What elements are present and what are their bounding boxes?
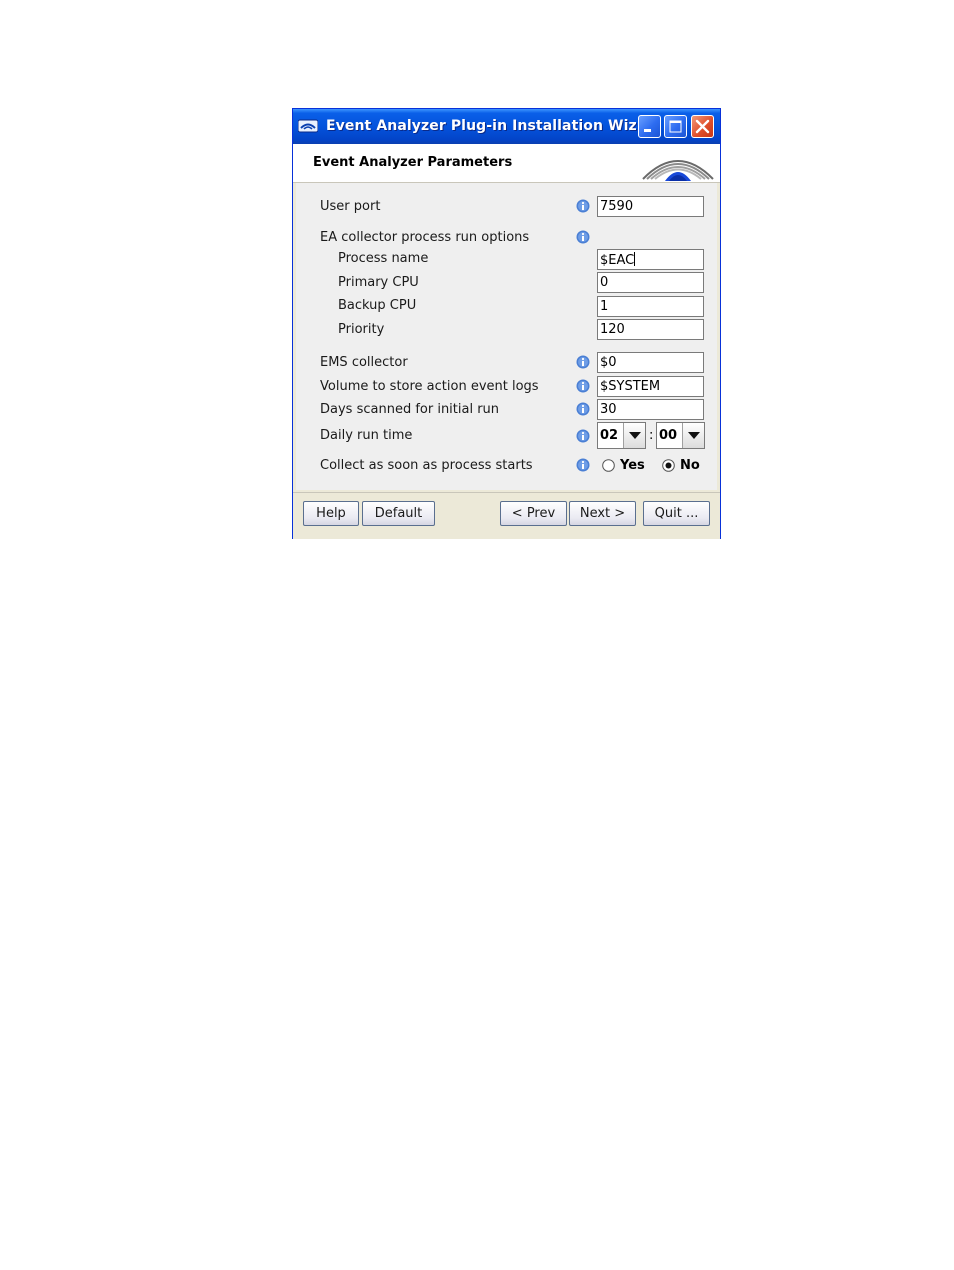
info-icon[interactable] [576,429,590,443]
hour-dropdown-button[interactable] [623,423,645,448]
process-name-input[interactable]: $EAC [597,249,704,270]
close-icon [695,119,710,134]
backup-cpu-label: Backup CPU [338,298,417,313]
info-icon[interactable] [576,458,590,472]
info-icon[interactable] [576,355,590,369]
title-bar[interactable]: Event Analyzer Plug-in Installation Wiz.… [293,109,720,144]
header-band: Event Analyzer Parameters [293,144,720,183]
radio-no[interactable] [662,459,675,472]
priority-label: Priority [338,322,385,337]
radio-yes-label[interactable]: Yes [620,458,645,473]
ems-collector-label: EMS collector [320,355,408,370]
next-button[interactable]: Next > [569,501,636,526]
days-scanned-input[interactable]: 30 [597,399,704,420]
maximize-button[interactable] [664,115,687,138]
prev-button[interactable]: < Prev [500,501,567,526]
page-title: Event Analyzer Parameters [313,155,513,170]
user-port-label: User port [320,199,381,214]
text-caret [634,252,636,266]
quit-button[interactable]: Quit ... [643,501,710,526]
chevron-down-icon [688,432,700,439]
collector-options-label: EA collector process run options [320,230,530,245]
hour-value: 02 [600,428,619,443]
help-button[interactable]: Help [303,501,359,526]
radio-yes[interactable] [602,459,615,472]
info-icon[interactable] [576,402,590,416]
arc-logo [642,160,714,181]
ems-collector-input[interactable]: $0 [597,352,704,373]
installation-wizard-window: Event Analyzer Plug-in Installation Wiz.… [292,108,721,539]
volume-input[interactable]: $SYSTEM [597,376,704,397]
radio-no-label[interactable]: No [680,458,700,473]
volume-label: Volume to store action event logs [320,379,539,394]
minimize-button[interactable] [638,115,661,138]
chevron-down-icon [629,432,641,439]
info-icon[interactable] [576,199,590,213]
time-separator: : [649,428,654,443]
button-bar: Help Default < Prev Next > Quit ... [293,492,720,539]
minute-select[interactable]: 00 [656,422,705,449]
window-title: Event Analyzer Plug-in Installation Wiz.… [326,118,653,134]
days-scanned-label: Days scanned for initial run [320,402,500,417]
minimize-icon [644,129,651,132]
maximize-icon [669,120,682,133]
process-name-label: Process name [338,251,429,266]
backup-cpu-input[interactable]: 1 [597,296,704,317]
primary-cpu-input[interactable]: 0 [597,272,704,293]
parameters-panel: User port 7590 EA collector process run … [296,183,717,490]
minute-dropdown-button[interactable] [682,423,704,448]
close-button[interactable] [691,115,714,138]
default-button[interactable]: Default [362,501,435,526]
minute-value: 00 [659,428,678,443]
daily-run-time-label: Daily run time [320,428,413,443]
hour-select[interactable]: 02 [597,422,646,449]
primary-cpu-label: Primary CPU [338,275,419,290]
info-icon[interactable] [576,230,590,244]
app-icon [298,119,318,133]
user-port-input[interactable]: 7590 [597,196,704,217]
info-icon[interactable] [576,379,590,393]
process-name-value: $EAC [600,253,635,268]
collect-on-start-label: Collect as soon as process starts [320,458,533,473]
priority-input[interactable]: 120 [597,319,704,340]
